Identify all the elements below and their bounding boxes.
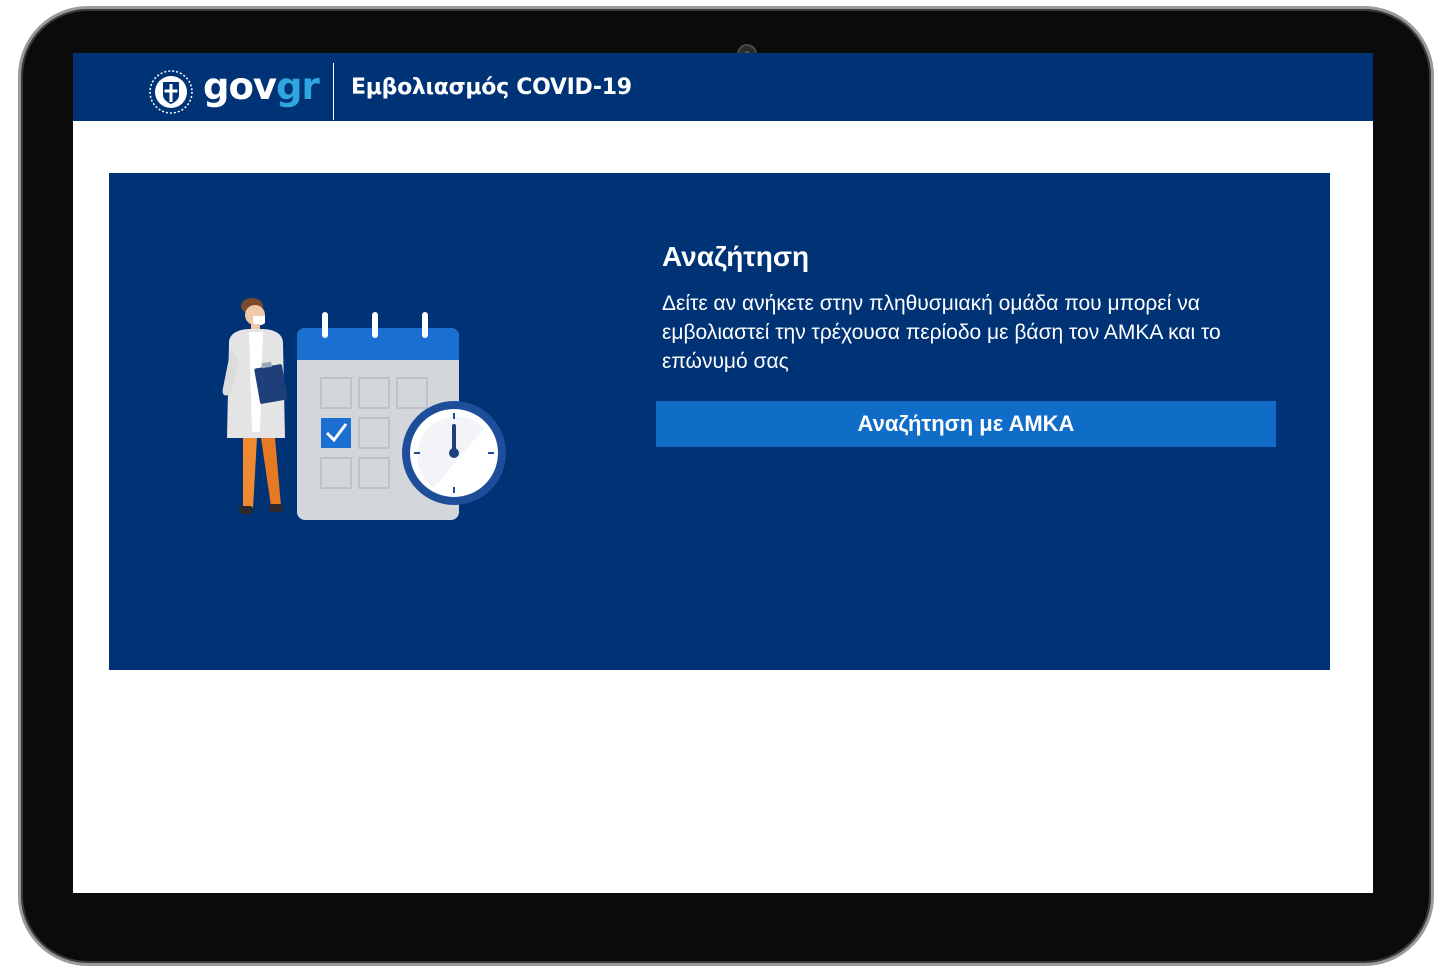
service-name[interactable]: Εμβολιασμός COVID-19 — [351, 73, 632, 103]
doctor-icon — [222, 298, 288, 514]
brand-gov: gov — [203, 65, 277, 108]
screen: govgr Εμβολιασμός COVID-19 Αναζήτηση Δεί… — [73, 53, 1373, 893]
header-bar: govgr Εμβολιασμός COVID-19 — [73, 53, 1373, 121]
govgr-logo[interactable]: govgr — [203, 65, 320, 109]
brand-gr: gr — [276, 65, 320, 108]
vaccination-illustration — [222, 298, 506, 520]
panel-title: Αναζήτηση — [662, 241, 810, 272]
panel-description: Δείτε αν ανήκετε στην πληθυσμιακή ομάδα … — [662, 292, 1221, 373]
search-by-amka-button[interactable]: Αναζήτηση με ΑΜΚΑ — [656, 401, 1276, 447]
clock-icon — [402, 401, 506, 505]
hellenic-emblem-icon[interactable] — [149, 70, 193, 114]
search-panel: Αναζήτηση Δείτε αν ανήκετε στην πληθυσμι… — [109, 173, 1330, 670]
header-divider — [333, 63, 334, 120]
